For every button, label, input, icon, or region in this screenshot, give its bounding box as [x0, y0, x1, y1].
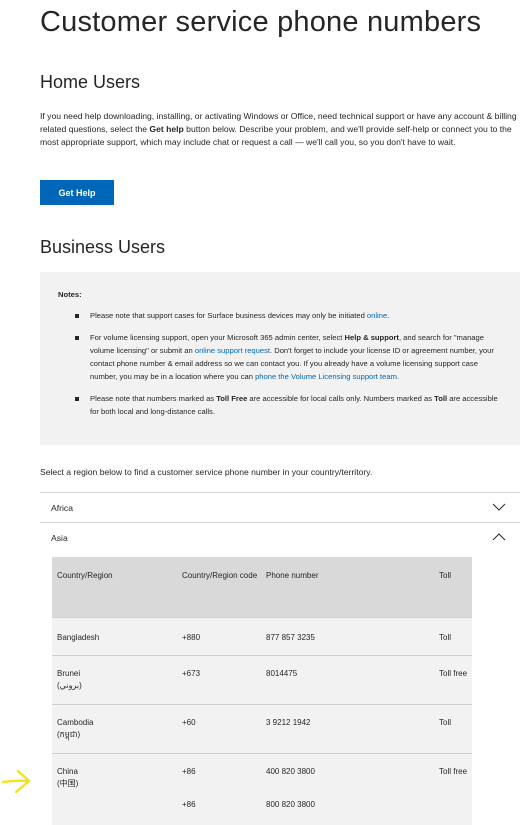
row-toll: Toll free	[439, 767, 468, 776]
page-title: Customer service phone numbers	[40, 6, 482, 38]
row-phone: 877 857 3235	[266, 633, 315, 642]
note3-text-b: are accessible for local calls only. Num…	[247, 394, 435, 403]
row-country-name: Cambodia	[57, 718, 94, 727]
row-country-name: Brunei	[57, 669, 81, 678]
row-country: China (中国)	[57, 766, 172, 790]
row-country: Brunei (بروني)	[57, 668, 172, 692]
row-country-native: (بروني)	[57, 681, 82, 690]
note2-text-a: For volume licensing support, open your …	[90, 333, 345, 342]
bullet-icon	[75, 397, 79, 401]
asia-phone-table: Country/Region Country/Region code Phone…	[52, 557, 472, 825]
table-row: Bangladesh +880 877 857 3235 Toll	[52, 617, 472, 655]
header-phone: Phone number	[266, 571, 319, 580]
note3-toll-bold: Toll	[434, 394, 448, 403]
bullet-icon	[75, 314, 79, 318]
row-phone: 8014475	[266, 669, 298, 678]
notes-title: Notes:	[58, 290, 82, 299]
row-country-name: China	[57, 767, 78, 776]
row-phone-secondary: 800 820 3800	[266, 800, 315, 809]
home-users-intro: If you need help downloading, installing…	[40, 110, 520, 150]
row-country: Bangladesh	[57, 633, 100, 642]
table-header: Country/Region Country/Region code Phone…	[52, 557, 472, 617]
chevron-up-icon	[492, 533, 506, 541]
note3-text-a: Please note that numbers marked as	[90, 394, 217, 403]
row-code: +880	[182, 633, 201, 642]
row-code: +60	[182, 718, 196, 727]
notes-list: Please note that support cases for Surfa…	[58, 309, 502, 418]
row-code: +86	[182, 767, 196, 776]
intro-get-help-bold: Get help	[149, 124, 184, 135]
region-intro: Select a region below to find a customer…	[40, 467, 373, 477]
table-body: Bangladesh +880 877 857 3235 Toll Brunei…	[52, 617, 472, 825]
note1-end: .	[387, 311, 390, 320]
accordion-asia-label: Asia	[51, 532, 68, 543]
accordion-africa[interactable]: Africa	[40, 492, 520, 522]
row-toll: Toll	[439, 718, 452, 727]
row-country-native: (中国)	[57, 779, 79, 788]
accordion-asia[interactable]: Asia	[40, 522, 520, 552]
volume-licensing-phone-link[interactable]: phone the Volume Licensing support team	[255, 372, 397, 381]
bullet-icon	[75, 336, 79, 340]
header-toll: Toll	[439, 571, 452, 580]
row-phone: 3 9212 1942	[266, 718, 311, 727]
row-toll: Toll	[439, 633, 452, 642]
get-help-button[interactable]: Get Help	[40, 180, 114, 205]
business-users-heading: Business Users	[40, 237, 166, 257]
row-country: Cambodia (កម្ពុជា)	[57, 717, 172, 741]
header-code: Country/Region code	[182, 571, 258, 580]
note2-text-d: .	[396, 372, 400, 381]
notes-box: Notes: Please note that support cases fo…	[40, 272, 520, 445]
note-item-surface: Please note that support cases for Surfa…	[75, 309, 502, 322]
header-country: Country/Region	[57, 571, 113, 580]
home-users-heading: Home Users	[40, 72, 141, 92]
table-row: Brunei (بروني) +673 8014475 Toll free	[52, 655, 472, 704]
online-link[interactable]: online	[367, 311, 387, 320]
note-item-toll: Please note that numbers marked as Toll …	[75, 392, 502, 418]
hand-drawn-arrow-icon	[1, 769, 31, 794]
row-phone: 400 820 3800	[266, 767, 315, 776]
note1-text: Please note that support cases for Surfa…	[90, 311, 367, 320]
online-support-request-link[interactable]: online support request	[195, 346, 270, 355]
row-code-secondary: +86	[182, 800, 196, 809]
chevron-down-icon	[492, 503, 506, 511]
row-country-native: (កម្ពុជា)	[57, 730, 81, 739]
accordion-africa-label: Africa	[51, 502, 73, 513]
note2-help-support-bold: Help & support	[344, 333, 399, 342]
row-code: +673	[182, 669, 201, 678]
row-toll: Toll free	[439, 669, 468, 678]
note-item-volume-licensing: For volume licensing support, open your …	[75, 331, 502, 383]
note3-toll-free-bold: Toll Free	[216, 394, 248, 403]
table-row: Cambodia (កម្ពុជា) +60 3 9212 1942 Toll	[52, 704, 472, 753]
table-row: China (中国) +86 400 820 3800 Toll free +86…	[52, 753, 472, 825]
